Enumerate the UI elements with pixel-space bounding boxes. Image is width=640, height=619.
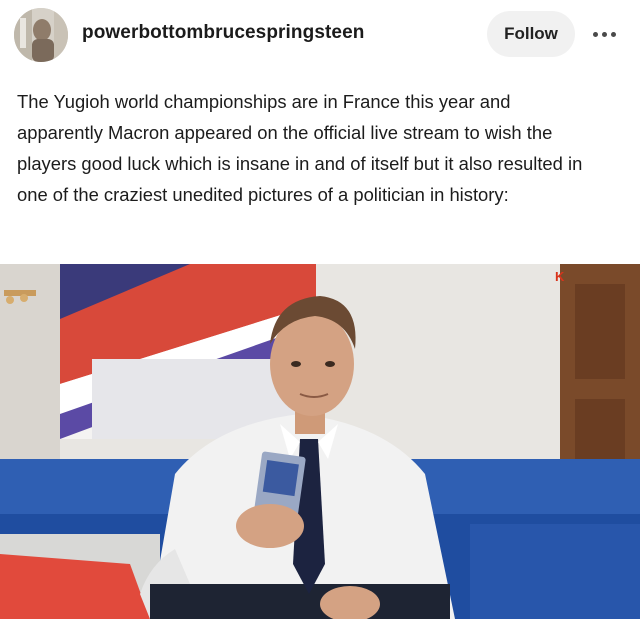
post-text-line: players good luck which is insane in and… [17, 153, 583, 174]
more-options-icon[interactable] [586, 18, 622, 50]
dot [610, 31, 616, 37]
avatar-image [14, 8, 68, 62]
follow-button[interactable]: Follow [487, 11, 575, 57]
post-text: The Yugioh world championships are in Fr… [17, 86, 629, 210]
post-text-line: one of the craziest unedited pictures of… [17, 184, 509, 205]
post-photo[interactable] [0, 264, 640, 619]
photo-illustration [0, 264, 640, 619]
avatar[interactable] [14, 8, 68, 62]
username[interactable]: powerbottombrucespringsteen [82, 22, 364, 44]
dot [592, 31, 598, 37]
post-header: powerbottombrucespringsteen Follow [0, 0, 640, 70]
post-text-line: The Yugioh world championships are in Fr… [17, 91, 511, 112]
post-text-line: apparently Macron appeared on the offici… [17, 122, 553, 143]
dot [601, 31, 607, 37]
photo-watermark: K [555, 269, 565, 284]
